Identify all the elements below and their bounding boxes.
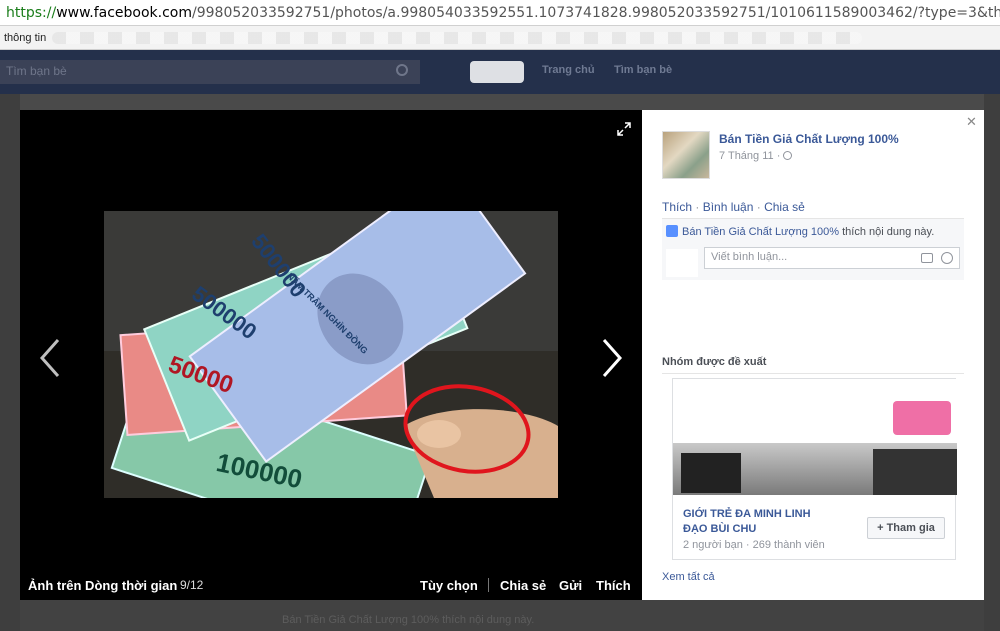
comment-placeholder: Viết bình luận... (711, 251, 788, 263)
nav-find-friends[interactable]: Tìm bạn bè (614, 64, 672, 76)
search-icon[interactable] (396, 64, 408, 76)
likes-and-comment-box: Bán Tiền Giả Chất Lượng 100% thích nội d… (662, 218, 964, 280)
cover-detail (893, 401, 951, 435)
facebook-top-bar: Tìm bạn bè Trang chủ Tìm bạn bè (0, 50, 1000, 94)
url-path: /998052033592751/photos/a.99805403359255… (192, 4, 1000, 21)
thumbs-up-icon (666, 225, 678, 237)
nav-home[interactable]: Trang chủ (542, 64, 595, 76)
share-link[interactable]: Chia sẻ (764, 200, 805, 214)
dimmed-left-column (0, 94, 20, 631)
comment-link[interactable]: Bình luận (703, 200, 754, 214)
album-label[interactable]: Ảnh trên Dòng thời gian (28, 578, 177, 593)
globe-icon (783, 151, 793, 160)
photo-footer-bar: Ảnh trên Dòng thời gian 9/12 Tùy chọn Ch… (20, 570, 642, 600)
divider (662, 373, 964, 374)
post-date-text: 7 Tháng 11 · (719, 150, 781, 162)
divider (488, 578, 489, 592)
suggested-group-card: GIỚI TRẺ ĐA MINH LINH ĐẠO BÙI CHU 2 ngườ… (672, 378, 957, 560)
cover-detail (873, 449, 957, 495)
post-date[interactable]: 7 Tháng 11 · (719, 150, 793, 162)
liker-link[interactable]: Bán Tiền Giả Chất Lượng 100% (682, 226, 839, 238)
group-name-link[interactable]: GIỚI TRẺ ĐA MINH LINH ĐẠO BÙI CHU (683, 507, 833, 537)
suggested-groups-title: Nhóm được đề xuất (662, 356, 767, 368)
url-scheme: https:// (6, 4, 57, 21)
dimmed-like-text: Bán Tiền Giả Chất Lượng 100% thích nội d… (282, 614, 535, 626)
cover-detail (681, 453, 741, 493)
banknotes-photo: 500000 500000 50000 100000 NĂM TRĂM NGHÌ… (104, 211, 558, 498)
redacted-profile-name (470, 61, 524, 83)
photo-info-panel: ✕ Bán Tiền Giả Chất Lượng 100% 7 Tháng 1… (642, 110, 984, 600)
bookmark-item[interactable]: thông tin (4, 32, 46, 44)
share-button[interactable]: Chia sẻ (500, 578, 546, 593)
page-name-link[interactable]: Bán Tiền Giả Chất Lượng 100% (719, 132, 899, 146)
address-bar[interactable]: https://www.facebook.com/998052033592751… (0, 0, 1000, 26)
see-all-link[interactable]: Xem tất cả (662, 571, 715, 583)
search-placeholder: Tìm bạn bè (6, 64, 67, 78)
comment-input[interactable]: Viết bình luận... (704, 247, 960, 269)
like-link[interactable]: Thích (662, 200, 692, 214)
dimmed-right-column (984, 94, 1000, 631)
group-cover-photo[interactable] (673, 379, 957, 495)
fullscreen-icon[interactable] (617, 122, 631, 136)
like-button[interactable]: Thích (596, 578, 631, 593)
url-host: www.facebook.com (56, 4, 192, 21)
commenter-avatar (666, 249, 698, 277)
next-photo-arrow-icon[interactable] (596, 338, 626, 378)
post-actions: Thích · Bình luận · Chia sẻ (662, 200, 805, 214)
photo-stage: 500000 500000 50000 100000 NĂM TRĂM NGHÌ… (20, 110, 642, 600)
close-icon[interactable]: ✕ (966, 114, 977, 130)
bookmarks-bar: thông tin (0, 26, 1000, 50)
previous-photo-arrow-icon[interactable] (36, 338, 66, 378)
emoji-icon[interactable] (941, 252, 953, 264)
join-group-button[interactable]: + Tham gia (867, 517, 945, 539)
photo-counter: 9/12 (180, 578, 204, 592)
redacted-bookmarks (52, 31, 863, 44)
search-input[interactable]: Tìm bạn bè (0, 60, 420, 84)
group-meta: 2 người bạn · 269 thành viên (683, 539, 825, 551)
options-button[interactable]: Tùy chọn (420, 578, 478, 593)
dimmed-bottom-area: Bán Tiền Giả Chất Lượng 100% thích nội d… (20, 600, 984, 631)
likes-suffix: thích nội dung này. (839, 226, 935, 238)
page-avatar[interactable] (662, 131, 710, 179)
camera-icon[interactable] (921, 253, 933, 263)
likes-summary: Bán Tiền Giả Chất Lượng 100% thích nội d… (666, 225, 934, 238)
send-button[interactable]: Gửi (559, 578, 582, 593)
